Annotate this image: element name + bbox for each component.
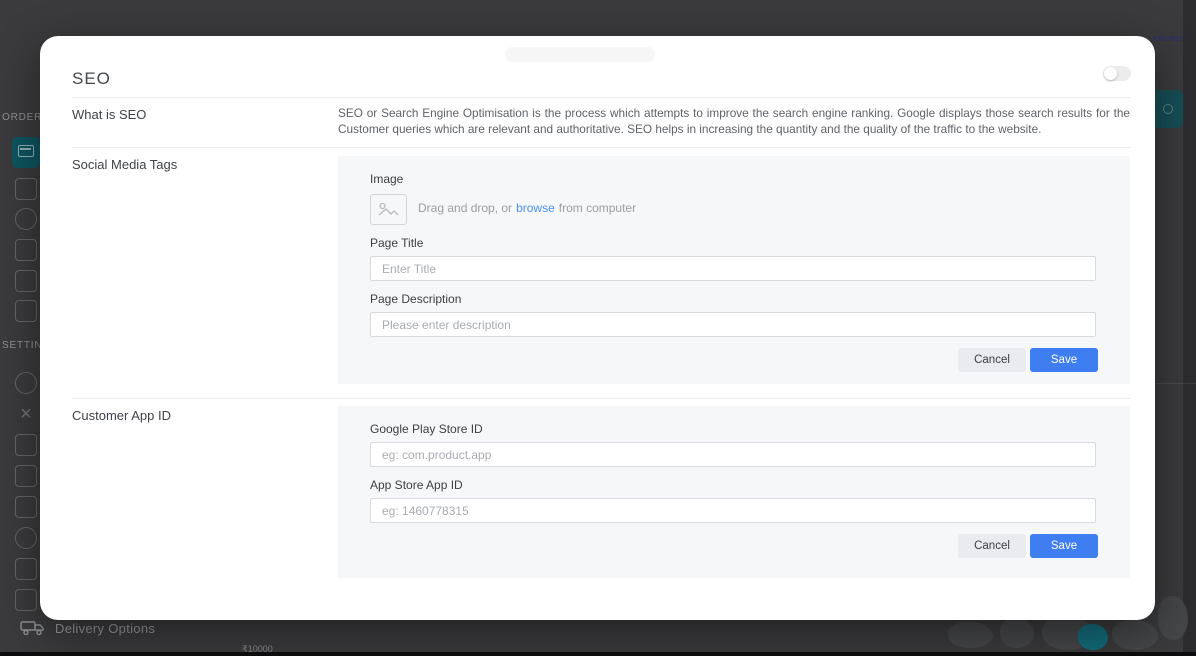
what-is-seo-label: What is SEO bbox=[72, 107, 146, 122]
bottom-bar bbox=[0, 652, 1196, 656]
cancel-button[interactable]: Cancel bbox=[958, 534, 1026, 558]
delivery-options-label: Delivery Options bbox=[55, 621, 155, 636]
image-placeholder-icon bbox=[378, 202, 399, 217]
brush-icon[interactable] bbox=[15, 434, 37, 456]
gear-icon[interactable] bbox=[15, 527, 37, 549]
page-title-label: Page Title bbox=[370, 236, 423, 250]
store-icon[interactable] bbox=[15, 270, 37, 292]
sidebar-item-delivery-options[interactable]: Delivery Options bbox=[20, 620, 155, 636]
background-right-strip bbox=[1183, 0, 1196, 656]
map-landmass bbox=[1112, 620, 1158, 650]
google-play-store-id-label: Google Play Store ID bbox=[370, 422, 483, 436]
seo-enable-toggle[interactable] bbox=[1103, 66, 1131, 81]
customer-support-icon[interactable] bbox=[15, 208, 37, 230]
divider bbox=[72, 97, 1130, 98]
map-landmass bbox=[1000, 618, 1034, 648]
help-icon bbox=[1163, 104, 1173, 114]
image-dropzone[interactable] bbox=[370, 194, 407, 225]
app-store-app-id-label: App Store App ID bbox=[370, 478, 463, 492]
seo-modal: SEO What is SEO SEO or Search Engine Opt… bbox=[40, 36, 1155, 620]
divider bbox=[72, 398, 1130, 399]
purchases-icon[interactable] bbox=[15, 178, 37, 200]
dropzone-text: Drag and drop, orbrowsefrom computer bbox=[418, 201, 636, 215]
marketing-icon[interactable] bbox=[15, 465, 37, 487]
app-store-app-id-input[interactable] bbox=[370, 498, 1096, 523]
brand-logo: KRUMZI bbox=[1153, 36, 1183, 43]
delivery-truck-icon bbox=[20, 620, 46, 636]
image-field-label: Image bbox=[370, 172, 403, 186]
cancel-button[interactable]: Cancel bbox=[958, 348, 1026, 372]
save-button[interactable]: Save bbox=[1030, 348, 1098, 372]
background-row-line bbox=[1155, 383, 1196, 384]
orders-active-icon[interactable] bbox=[12, 137, 40, 168]
social-media-tags-panel: Image Drag and drop, orbrowsefrom comput… bbox=[338, 156, 1130, 384]
reports-icon[interactable] bbox=[15, 496, 37, 518]
display-icon[interactable] bbox=[15, 300, 37, 322]
account-icon[interactable] bbox=[15, 372, 37, 394]
map-region-highlight bbox=[1078, 624, 1108, 650]
loading-shimmer bbox=[505, 47, 655, 62]
customer-app-id-label: Customer App ID bbox=[72, 408, 171, 423]
catalog-icon[interactable] bbox=[15, 239, 37, 261]
google-play-store-id-input[interactable] bbox=[370, 442, 1096, 467]
what-is-seo-description: SEO or Search Engine Optimisation is the… bbox=[338, 106, 1130, 137]
page-description-input[interactable] bbox=[370, 312, 1096, 337]
page-title-input[interactable] bbox=[370, 256, 1096, 281]
save-button[interactable]: Save bbox=[1030, 534, 1098, 558]
close-icon[interactable]: × bbox=[15, 403, 37, 425]
toggle-knob bbox=[1104, 67, 1117, 80]
billing-icon[interactable] bbox=[15, 558, 37, 580]
page-description-label: Page Description bbox=[370, 292, 461, 306]
app-screen: KRUMZI ORDERS SETTING × Delivery Options… bbox=[0, 0, 1196, 656]
map-landmass bbox=[1158, 596, 1188, 640]
map-landmass bbox=[948, 622, 993, 648]
help-button[interactable] bbox=[1152, 90, 1183, 128]
social-media-tags-label: Social Media Tags bbox=[72, 157, 177, 172]
browse-link[interactable]: browse bbox=[516, 201, 555, 215]
modal-title: SEO bbox=[72, 69, 111, 89]
apps-icon[interactable] bbox=[15, 589, 37, 611]
customer-app-id-panel: Google Play Store ID App Store App ID Ca… bbox=[338, 406, 1130, 578]
divider bbox=[72, 147, 1130, 148]
